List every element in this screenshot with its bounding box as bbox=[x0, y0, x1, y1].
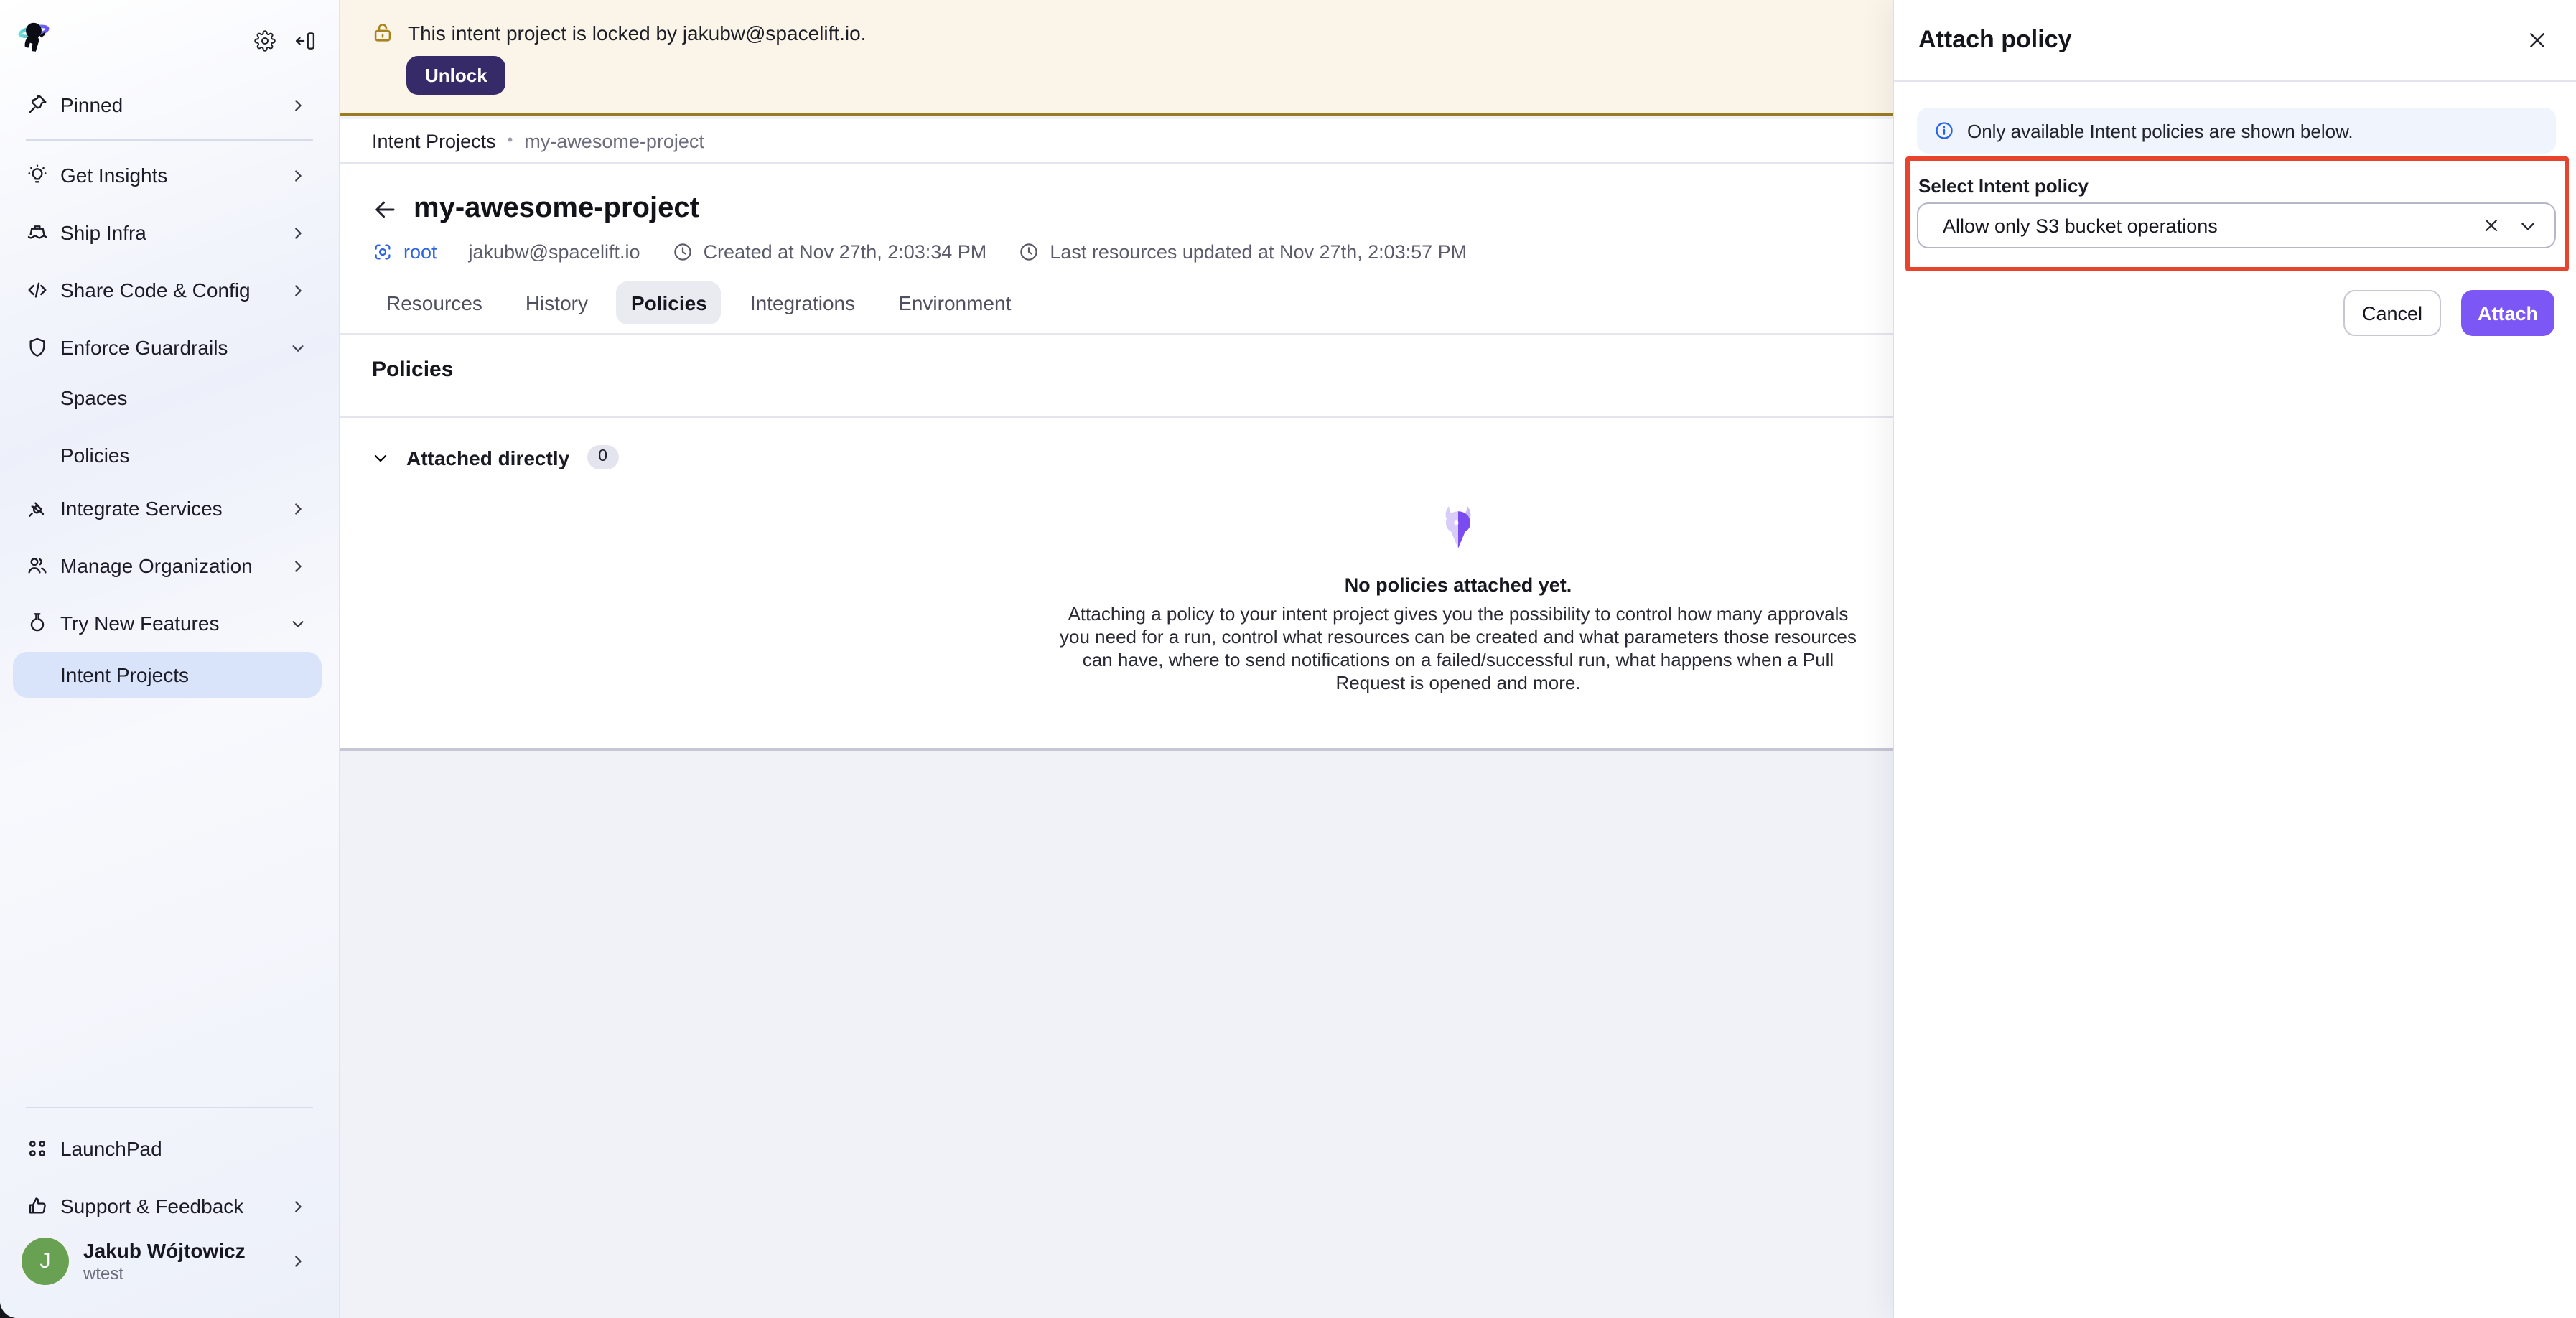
thumbs-up-icon bbox=[26, 1195, 49, 1217]
chevron-right-icon bbox=[290, 558, 306, 574]
sidebar-item-enforce-guardrails[interactable]: Enforce Guardrails bbox=[0, 319, 340, 376]
plug-icon bbox=[26, 497, 49, 520]
selected-policy-value: Allow only S3 bucket operations bbox=[1943, 215, 2483, 236]
clock-icon bbox=[1018, 241, 1040, 263]
breadcrumb-separator: • bbox=[508, 132, 513, 149]
back-arrow-icon[interactable] bbox=[372, 196, 398, 222]
close-icon[interactable] bbox=[2527, 30, 2547, 50]
chevron-down-icon bbox=[290, 340, 306, 355]
cancel-button[interactable]: Cancel bbox=[2343, 290, 2441, 336]
clock-icon bbox=[672, 241, 694, 263]
project-tabs: Resources History Policies Integrations … bbox=[372, 273, 1025, 333]
user-name: Jakub Wójtowicz bbox=[83, 1238, 290, 1261]
sidebar-item-get-insights[interactable]: Get Insights bbox=[0, 146, 340, 204]
intent-policy-select[interactable]: Allow only S3 bucket operations bbox=[1917, 202, 2556, 248]
ship-icon bbox=[26, 221, 49, 244]
sidebar-item-launchpad[interactable]: LaunchPad bbox=[0, 1120, 340, 1177]
created-at: Created at Nov 27th, 2:03:34 PM bbox=[672, 241, 987, 263]
select-intent-policy-label: Select Intent policy bbox=[1918, 175, 2089, 197]
chevron-right-icon bbox=[290, 282, 306, 298]
lock-icon bbox=[370, 20, 395, 45]
chevron-down-icon bbox=[290, 615, 306, 631]
code-icon bbox=[26, 279, 49, 302]
project-owner: jakubw@spacelift.io bbox=[469, 241, 640, 263]
flask-icon bbox=[26, 612, 49, 635]
info-callout-text: Only available Intent policies are shown… bbox=[1967, 120, 2353, 141]
unlock-button[interactable]: Unlock bbox=[406, 56, 506, 95]
sidebar: Pinned Get Insights bbox=[0, 0, 340, 1318]
chevron-right-icon bbox=[290, 167, 306, 183]
attach-button[interactable]: Attach bbox=[2461, 290, 2554, 336]
chevron-right-icon bbox=[290, 97, 306, 113]
tab-resources[interactable]: Resources bbox=[372, 281, 497, 324]
avatar: J bbox=[22, 1237, 69, 1284]
policy-helmet-icon bbox=[1439, 505, 1478, 550]
clear-selection-icon[interactable] bbox=[2483, 217, 2500, 234]
attached-directly-label: Attached directly bbox=[406, 446, 569, 469]
collapse-sidebar-icon[interactable] bbox=[294, 30, 316, 52]
chevron-right-icon bbox=[290, 225, 306, 240]
updated-at: Last resources updated at Nov 27th, 2:03… bbox=[1018, 241, 1467, 263]
spacelift-logo-icon[interactable] bbox=[17, 19, 50, 57]
project-meta: root jakubw@spacelift.io Created at Nov … bbox=[372, 241, 1467, 263]
chevron-right-icon bbox=[290, 1253, 306, 1268]
users-icon bbox=[26, 554, 49, 577]
chevron-down-icon bbox=[372, 449, 389, 466]
breadcrumb-parent[interactable]: Intent Projects bbox=[372, 130, 496, 151]
tab-policies[interactable]: Policies bbox=[617, 281, 722, 324]
spacelift-app: This intent project is locked by jakubw@… bbox=[0, 0, 2576, 1318]
sidebar-item-spaces[interactable]: Spaces bbox=[0, 369, 340, 426]
policies-heading: Policies bbox=[372, 357, 453, 382]
sidebar-item-pinned[interactable]: Pinned bbox=[0, 76, 340, 134]
space-link[interactable]: root bbox=[372, 241, 437, 263]
attach-policy-drawer: Attach policy Only available Intent poli… bbox=[1893, 0, 2576, 1318]
settings-gear-icon[interactable] bbox=[254, 30, 276, 52]
attached-directly-toggle[interactable]: Attached directly 0 bbox=[372, 445, 619, 469]
tab-integrations[interactable]: Integrations bbox=[736, 281, 869, 324]
tab-history[interactable]: History bbox=[511, 281, 602, 324]
sidebar-item-policies[interactable]: Policies bbox=[0, 426, 340, 484]
info-callout: Only available Intent policies are shown… bbox=[1917, 108, 2556, 154]
sidebar-item-ship-infra[interactable]: Ship Infra bbox=[0, 204, 340, 261]
sidebar-item-intent-projects[interactable]: Intent Projects bbox=[13, 652, 322, 698]
attached-count-badge: 0 bbox=[587, 445, 619, 469]
pin-icon bbox=[26, 93, 49, 116]
lightbulb-icon bbox=[26, 164, 49, 187]
chevron-right-icon bbox=[290, 500, 306, 516]
shield-icon bbox=[26, 336, 49, 359]
sidebar-item-try-new-features[interactable]: Try New Features bbox=[0, 594, 340, 652]
empty-state-body: Attaching a policy to your intent projec… bbox=[1053, 603, 1864, 694]
page-title: my-awesome-project bbox=[414, 192, 699, 225]
sidebar-item-integrate-services[interactable]: Integrate Services bbox=[0, 480, 340, 537]
launchpad-grid-icon bbox=[26, 1137, 49, 1160]
space-name: root bbox=[403, 241, 437, 263]
chevron-right-icon bbox=[290, 1198, 306, 1214]
tab-environment[interactable]: Environment bbox=[884, 281, 1025, 324]
drawer-title: Attach policy bbox=[1918, 26, 2527, 55]
sidebar-item-manage-organization[interactable]: Manage Organization bbox=[0, 537, 340, 594]
space-icon bbox=[372, 241, 393, 263]
chevron-down-icon[interactable] bbox=[2519, 216, 2537, 235]
banner-message: This intent project is locked by jakubw@… bbox=[408, 21, 867, 44]
sidebar-item-share-code-config[interactable]: Share Code & Config bbox=[0, 261, 340, 319]
user-org: wtest bbox=[83, 1263, 290, 1283]
info-icon bbox=[1934, 121, 1954, 141]
user-menu[interactable]: J Jakub Wójtowicz wtest bbox=[0, 1225, 340, 1296]
breadcrumb-current: my-awesome-project bbox=[524, 130, 704, 151]
